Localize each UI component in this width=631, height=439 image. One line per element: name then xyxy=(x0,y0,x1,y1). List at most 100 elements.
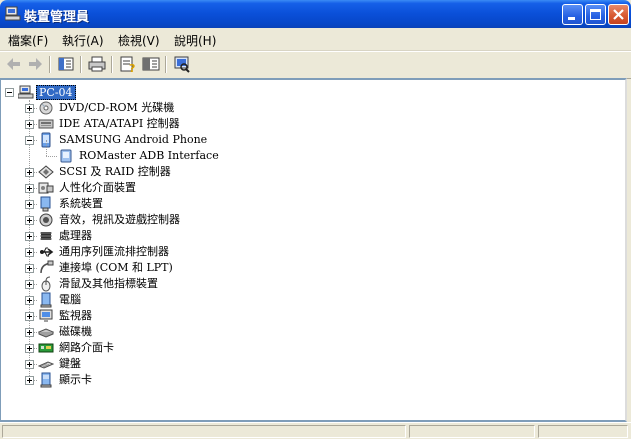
tree-item-label: 電腦 xyxy=(59,293,81,306)
toolbar-separator xyxy=(111,56,113,73)
close-icon xyxy=(613,9,624,20)
expand-toggle[interactable] xyxy=(25,344,34,353)
svg-text:?: ? xyxy=(129,62,135,74)
tree-item[interactable]: 磁碟機 xyxy=(1,324,601,340)
tree-item[interactable]: 監視器 xyxy=(1,308,601,324)
expand-toggle[interactable] xyxy=(25,168,34,177)
disk-drive-icon xyxy=(37,324,55,340)
sound-icon xyxy=(38,212,54,228)
console-tree-icon[interactable] xyxy=(56,54,76,74)
menu-bar: 檔案(F) 執行(A) 檢視(V) 說明(H) xyxy=(0,28,631,51)
tree-item-label: DVD/CD-ROM 光碟機 xyxy=(59,101,175,114)
computer-icon xyxy=(38,292,54,308)
status-bar xyxy=(0,422,631,439)
tree-item[interactable]: 滑鼠及其他指標裝置 xyxy=(1,276,601,292)
help-panel-icon[interactable] xyxy=(141,54,161,74)
tree-item[interactable]: 音效，視訊及遊戲控制器 xyxy=(1,212,601,228)
scan-hardware-icon[interactable] xyxy=(172,54,192,74)
minimize-button[interactable] xyxy=(562,4,583,25)
maximize-icon xyxy=(590,9,601,20)
tree-item-label: 連接埠 (COM 和 LPT) xyxy=(59,261,173,274)
tree-item[interactable]: DVD/CD-ROM 光碟機 xyxy=(1,100,601,116)
tree-item[interactable]: 系統裝置 xyxy=(1,196,601,212)
expand-toggle[interactable] xyxy=(25,200,34,209)
expand-toggle[interactable] xyxy=(25,184,34,193)
system-device-icon xyxy=(38,196,54,212)
printer-icon[interactable] xyxy=(87,54,107,74)
computer-root-icon xyxy=(18,85,34,99)
tree-item[interactable]: SCSI 及 RAID 控制器 xyxy=(1,164,601,180)
scsi-icon xyxy=(38,164,54,180)
tree-connector xyxy=(46,156,57,157)
tree-item[interactable]: SAMSUNG Android Phone xyxy=(1,132,601,148)
tree-item[interactable]: 通用序列匯流排控制器 xyxy=(1,244,601,260)
status-pane-secondary xyxy=(409,425,535,438)
hid-icon xyxy=(38,180,54,196)
tree-item-label: SCSI 及 RAID 控制器 xyxy=(59,165,171,178)
tree-item[interactable]: 顯示卡 xyxy=(1,372,601,388)
tree-item-label: 處理器 xyxy=(59,229,92,242)
device-tree[interactable]: PC-04 DVD/CD-ROM 光碟機 IDE ATA/ATAPI 控制器 SAMS… xyxy=(0,78,627,422)
port-icon xyxy=(38,260,54,276)
tree-item-label: 網路介面卡 xyxy=(59,341,114,354)
keyboard-icon xyxy=(37,356,55,372)
status-pane-tertiary xyxy=(538,425,628,438)
tree-item-label: 音效，視訊及遊戲控制器 xyxy=(59,213,180,226)
tree-item[interactable]: 電腦 xyxy=(1,292,601,308)
adb-device-icon xyxy=(58,148,74,164)
expand-toggle[interactable] xyxy=(25,248,34,257)
menu-file[interactable]: 檔案(F) xyxy=(8,32,48,49)
toolbar-separator xyxy=(49,56,51,73)
toolbar-separator xyxy=(80,56,82,73)
device-manager-icon xyxy=(5,6,21,21)
expand-toggle[interactable] xyxy=(25,376,34,385)
tree-item-label: 滑鼠及其他指標裝置 xyxy=(59,277,158,290)
tree-item[interactable]: 連接埠 (COM 和 LPT) xyxy=(1,260,601,276)
tree-connector xyxy=(46,140,47,156)
tree-item[interactable]: 網路介面卡 xyxy=(1,340,601,356)
expand-toggle[interactable] xyxy=(25,216,34,225)
toolbar-separator xyxy=(165,56,167,73)
expand-toggle[interactable] xyxy=(25,104,34,113)
expand-toggle[interactable] xyxy=(25,264,34,273)
expand-toggle[interactable] xyxy=(25,328,34,337)
tree-child-label: ROMaster ADB Interface xyxy=(79,149,219,162)
tree-item-label: 人性化介面裝置 xyxy=(59,181,136,194)
expand-toggle[interactable] xyxy=(25,280,34,289)
tree-item-label: 顯示卡 xyxy=(59,373,92,386)
menu-action[interactable]: 執行(A) xyxy=(62,32,104,49)
usb-icon xyxy=(38,244,54,260)
monitor-icon xyxy=(38,308,54,324)
expand-toggle[interactable] xyxy=(25,296,34,305)
tree-item[interactable]: 鍵盤 xyxy=(1,356,601,372)
expand-toggle[interactable] xyxy=(25,232,34,241)
expand-toggle[interactable] xyxy=(25,312,34,321)
mouse-icon xyxy=(38,276,54,292)
device-manager-window: 裝置管理員 檔案(F) 執行(A) 檢視(V) 說明(H) ? PC-04 DV… xyxy=(0,0,631,439)
tree-item-label: 磁碟機 xyxy=(59,325,92,338)
expand-toggle[interactable] xyxy=(25,120,34,129)
menu-help[interactable]: 說明(H) xyxy=(174,32,216,49)
back-arrow-icon[interactable] xyxy=(4,54,24,74)
maximize-button[interactable] xyxy=(585,4,606,25)
collapse-toggle[interactable] xyxy=(25,136,34,145)
tree-item[interactable]: IDE ATA/ATAPI 控制器 xyxy=(1,116,601,132)
tree-item-label: 鍵盤 xyxy=(59,357,81,370)
tree-root[interactable]: PC-04 xyxy=(1,84,601,100)
window-title: 裝置管理員 xyxy=(24,10,90,25)
tree-item-label: SAMSUNG Android Phone xyxy=(59,133,208,146)
close-button[interactable] xyxy=(608,4,629,25)
display-adapter-icon xyxy=(38,372,54,388)
toolbar: ? xyxy=(0,51,631,79)
menu-view[interactable]: 檢視(V) xyxy=(118,32,160,49)
tree-item[interactable]: 處理器 xyxy=(1,228,601,244)
tree-child-item[interactable]: ROMaster ADB Interface xyxy=(1,140,601,164)
title-bar[interactable]: 裝置管理員 xyxy=(0,0,631,28)
collapse-toggle[interactable] xyxy=(5,88,14,97)
properties-icon[interactable]: ? xyxy=(118,54,138,74)
cdrom-icon xyxy=(38,100,54,116)
forward-arrow-icon[interactable] xyxy=(25,54,45,74)
tree-item[interactable]: 人性化介面裝置 xyxy=(1,180,601,196)
status-pane-main xyxy=(2,425,406,438)
expand-toggle[interactable] xyxy=(25,360,34,369)
